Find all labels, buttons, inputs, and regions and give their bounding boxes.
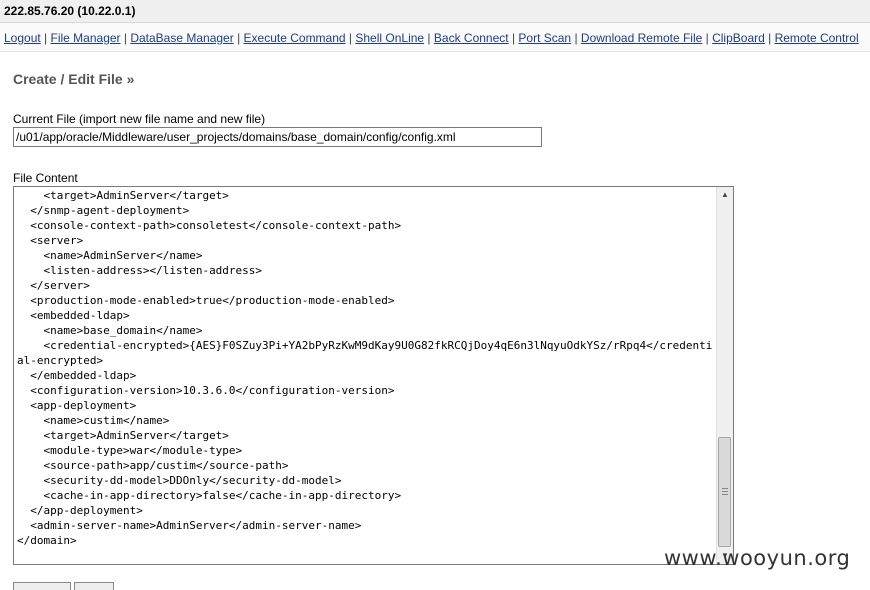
host-address: 222.85.76.20 (10.22.0.1) <box>4 4 136 18</box>
current-file-input[interactable] <box>13 127 542 147</box>
file-content-text[interactable]: <target>AdminServer</target> </snmp-agen… <box>17 188 717 548</box>
page-title: Create / Edit File » <box>13 71 135 87</box>
submit-button[interactable] <box>13 582 71 590</box>
nav-separator: | <box>508 31 519 45</box>
scroll-up-icon[interactable]: ▲ <box>717 187 733 203</box>
watermark: www.wooyun.org <box>664 546 851 570</box>
nav-link-execute-command[interactable]: Execute Command <box>244 31 346 45</box>
nav-link-logout[interactable]: Logout <box>4 31 41 45</box>
nav-separator: | <box>424 31 434 45</box>
nav-separator: | <box>40 31 51 45</box>
file-content-textarea[interactable]: <target>AdminServer</target> </snmp-agen… <box>13 186 734 565</box>
nav-link-port-scan[interactable]: Port Scan <box>518 31 571 45</box>
nav-link-remote-control[interactable]: Remote Control <box>775 31 859 45</box>
nav-separator: | <box>120 31 131 45</box>
nav-link-database-manager[interactable]: DataBase Manager <box>130 31 233 45</box>
file-content-label: File Content <box>13 171 78 185</box>
current-file-label: Current File (import new file name and n… <box>13 112 266 126</box>
nav-link-file-manager[interactable]: File Manager <box>51 31 121 45</box>
nav-link-back-connect[interactable]: Back Connect <box>434 31 509 45</box>
nav-separator: | <box>571 31 581 45</box>
vertical-scrollbar[interactable]: ▲ ▼ <box>716 187 733 564</box>
scroll-thumb[interactable] <box>718 437 731 547</box>
back-button[interactable] <box>74 582 114 590</box>
nav-separator: | <box>764 31 775 45</box>
nav-links: Logout | File Manager | DataBase Manager… <box>4 31 859 45</box>
grip-icon <box>722 488 728 496</box>
nav-separator: | <box>345 31 356 45</box>
nav-link-download-remote-file[interactable]: Download Remote File <box>581 31 702 45</box>
title-bar: 222.85.76.20 (10.22.0.1) <box>0 0 870 23</box>
nav-bar: Logout | File Manager | DataBase Manager… <box>0 23 870 52</box>
nav-link-shell-online[interactable]: Shell OnLine <box>355 31 424 45</box>
nav-separator: | <box>233 31 244 45</box>
nav-link-clipboard[interactable]: ClipBoard <box>712 31 765 45</box>
nav-separator: | <box>702 31 713 45</box>
